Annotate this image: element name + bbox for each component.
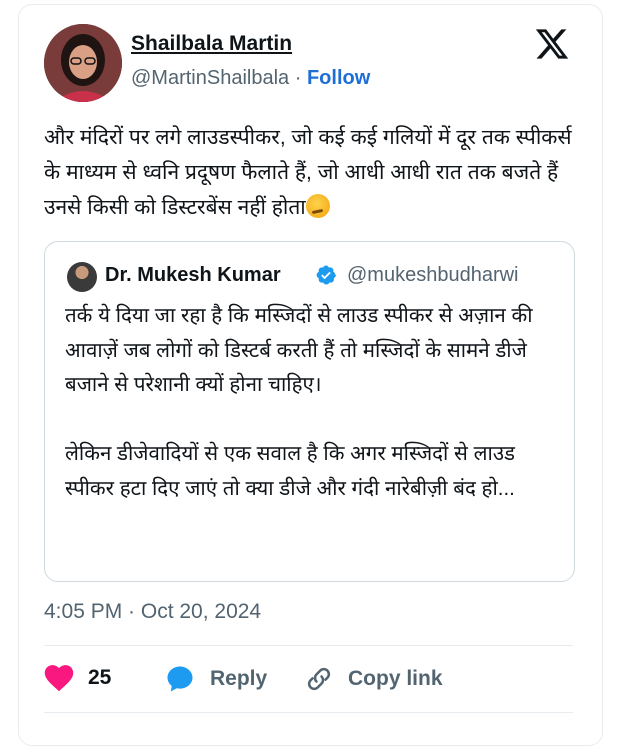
author-handle[interactable]: @MartinShailbala — [131, 67, 289, 89]
quoted-author-handle[interactable]: @mukeshbudharwi — [347, 264, 519, 287]
reply-bubble-icon — [167, 666, 193, 692]
follow-button[interactable]: Follow — [307, 67, 370, 89]
like-button[interactable]: 25 — [44, 664, 111, 692]
tweet-text: और मंदिरों पर लगे लाउडस्पीकर, जो कई कई ग… — [44, 120, 579, 225]
heart-icon — [44, 665, 74, 692]
copy-link-button[interactable]: Copy link — [304, 664, 443, 694]
author-handle-line: @MartinShailbala · Follow — [131, 67, 370, 90]
bottom-divider — [44, 712, 573, 713]
tweet-timestamp[interactable]: 4:05 PM · Oct 20, 2024 — [44, 600, 261, 624]
author-name[interactable]: Shailbala Martin — [131, 32, 292, 56]
action-bar: 25 Reply Copy link — [44, 664, 573, 700]
copy-link-label: Copy link — [348, 667, 443, 690]
quoted-tweet[interactable]: Dr. Mukesh Kumar @mukeshbudharwi तर्क ये… — [44, 241, 575, 582]
quoted-tweet-text: तर्क ये दिया जा रहा है कि मस्जिदों से ला… — [65, 304, 533, 500]
link-icon — [307, 667, 331, 691]
quoted-author-name[interactable]: Dr. Mukesh Kumar — [105, 264, 281, 287]
reply-button[interactable]: Reply — [164, 664, 267, 694]
x-logo-icon[interactable] — [534, 26, 570, 62]
separator-dot: · — [294, 67, 302, 89]
reply-label: Reply — [210, 667, 268, 690]
quoted-author-avatar[interactable] — [67, 262, 97, 292]
thinking-face-icon — [305, 194, 330, 218]
like-count: 25 — [88, 666, 112, 689]
divider — [44, 645, 573, 646]
author-avatar[interactable] — [44, 24, 122, 102]
verified-badge-icon — [316, 265, 336, 285]
author-avatar-image — [44, 24, 122, 102]
